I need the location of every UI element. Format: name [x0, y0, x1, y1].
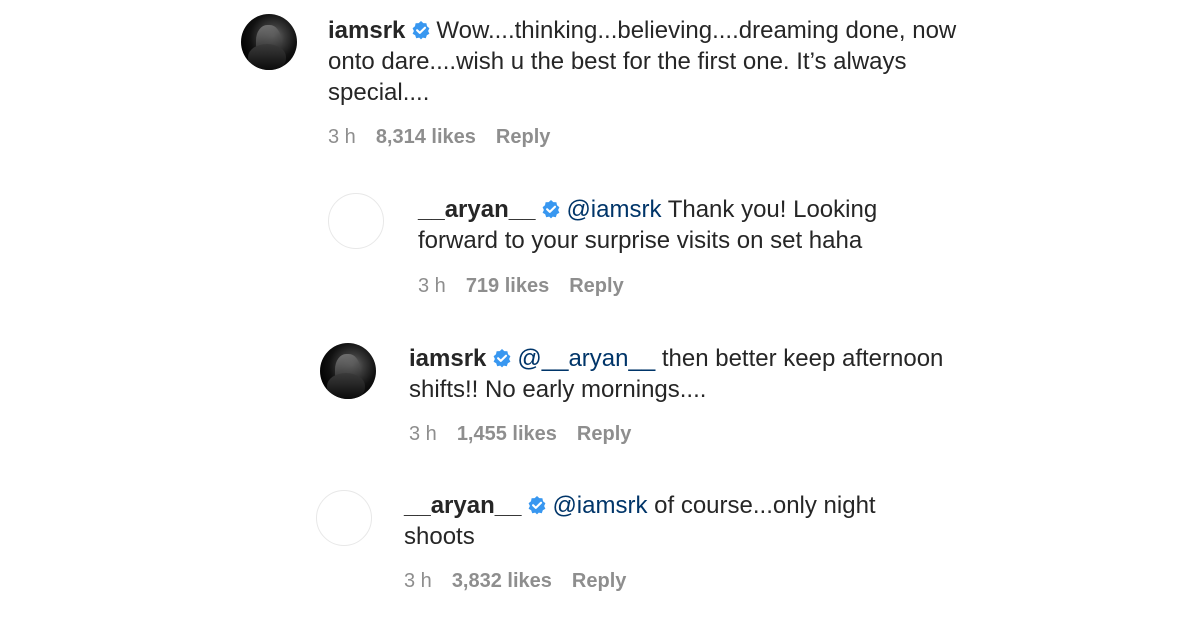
timestamp: 3 h — [404, 570, 432, 592]
likes-count[interactable]: 3,832 likes — [452, 569, 552, 593]
comment-meta: 3 h 3,832 likes Reply — [404, 569, 626, 593]
username-aryan[interactable]: __aryan__ — [404, 492, 521, 519]
mention-link[interactable]: @iamsrk — [552, 492, 647, 519]
comment-aryan-reply-2: __aryan__ @iamsrk of course...only night … — [0, 0, 1200, 630]
avatar-aryan[interactable] — [316, 490, 372, 546]
comment-line-1: __aryan__ @iamsrk of course...only night — [404, 490, 924, 521]
reply-button[interactable]: Reply — [572, 569, 626, 593]
comment-text-block: __aryan__ @iamsrk of course...only night … — [404, 490, 924, 552]
comment-line-2: shoots — [404, 521, 924, 552]
comment-text-line-1: of course...only night — [654, 492, 876, 519]
comment-text-line-2: shoots — [404, 523, 475, 550]
verified-icon — [527, 495, 547, 515]
